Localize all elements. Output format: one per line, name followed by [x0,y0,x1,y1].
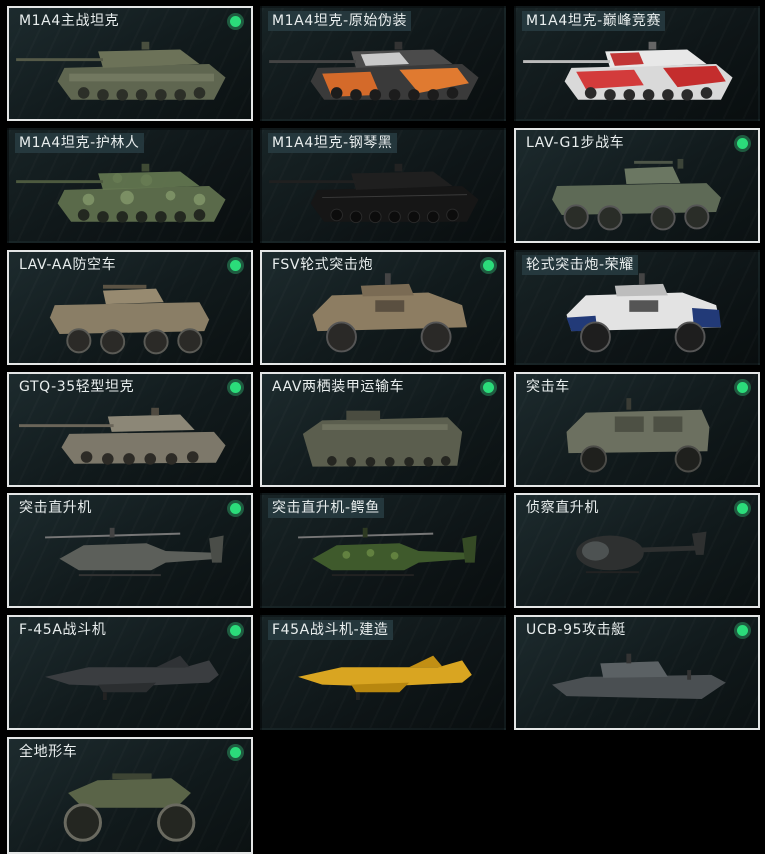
vehicle-name: M1A4坦克-护林人 [15,133,144,153]
vehicle-card-f45a-build[interactable]: F45A战斗机-建造 [260,615,506,730]
owned-badge-icon [734,379,751,396]
vehicle-card-ucb95[interactable]: UCB-95攻击艇 [514,615,760,730]
vehicle-grid: M1A4主战坦克 M1A4坦克-原始伪装 M1A4坦克-巅峰竞赛 M1A4坦克-… [0,0,765,854]
owned-badge-icon [227,257,244,274]
owned-badge-icon [227,379,244,396]
vehicle-name: 轮式突击炮-荣耀 [522,255,638,275]
vehicle-name: GTQ-35轻型坦克 [19,379,135,395]
owned-badge-icon [734,500,751,517]
vehicle-name: UCB-95攻击艇 [526,622,626,638]
vehicle-card-fsv-glory[interactable]: 轮式突击炮-荣耀 [514,250,760,365]
vehicle-card-m1a4-ranger[interactable]: M1A4坦克-护林人 [7,128,253,243]
vehicle-name: F-45A战斗机 [19,622,107,638]
owned-badge-icon [227,13,244,30]
vehicle-card-atv[interactable]: 全地形车 [7,737,253,854]
owned-badge-icon [480,257,497,274]
vehicle-card-m1a4[interactable]: M1A4主战坦克 [7,6,253,121]
vehicle-name: M1A4坦克-巅峰竞赛 [522,11,666,31]
vehicle-card-m1a4-black[interactable]: M1A4坦克-钢琴黑 [260,128,506,243]
vehicle-name: FSV轮式突击炮 [272,257,374,273]
vehicle-name: M1A4主战坦克 [19,13,120,29]
owned-badge-icon [227,744,244,761]
owned-badge-icon [227,500,244,517]
owned-badge-icon [227,622,244,639]
vehicle-name: AAV两栖装甲运输车 [272,379,405,395]
owned-badge-icon [734,622,751,639]
vehicle-card-m1a4-race[interactable]: M1A4坦克-巅峰竞赛 [514,6,760,121]
vehicle-name: 突击车 [526,379,570,395]
vehicle-card-assault-car[interactable]: 突击车 [514,372,760,487]
vehicle-card-gtq35[interactable]: GTQ-35轻型坦克 [7,372,253,487]
vehicle-card-f45a[interactable]: F-45A战斗机 [7,615,253,730]
owned-badge-icon [480,379,497,396]
vehicle-name: 突击直升机 [19,500,92,516]
vehicle-name: M1A4坦克-原始伪装 [268,11,412,31]
owned-badge-icon [734,135,751,152]
vehicle-card-lav-aa[interactable]: LAV-AA防空车 [7,250,253,365]
vehicle-name: 侦察直升机 [526,500,599,516]
vehicle-card-attack-heli-croc[interactable]: 突击直升机-鳄鱼 [260,493,506,608]
vehicle-card-m1a4-camo[interactable]: M1A4坦克-原始伪装 [260,6,506,121]
vehicle-name: M1A4坦克-钢琴黑 [268,133,397,153]
vehicle-card-fsv[interactable]: FSV轮式突击炮 [260,250,506,365]
vehicle-card-lav-g1[interactable]: LAV-G1步战车 [514,128,760,243]
vehicle-card-attack-heli[interactable]: 突击直升机 [7,493,253,608]
vehicle-name: LAV-AA防空车 [19,257,117,273]
vehicle-name: 全地形车 [19,744,78,760]
vehicle-name: LAV-G1步战车 [526,135,625,151]
vehicle-card-scout-heli[interactable]: 侦察直升机 [514,493,760,608]
vehicle-card-aav[interactable]: AAV两栖装甲运输车 [260,372,506,487]
vehicle-name: F45A战斗机-建造 [268,620,393,640]
vehicle-name: 突击直升机-鳄鱼 [268,498,384,518]
